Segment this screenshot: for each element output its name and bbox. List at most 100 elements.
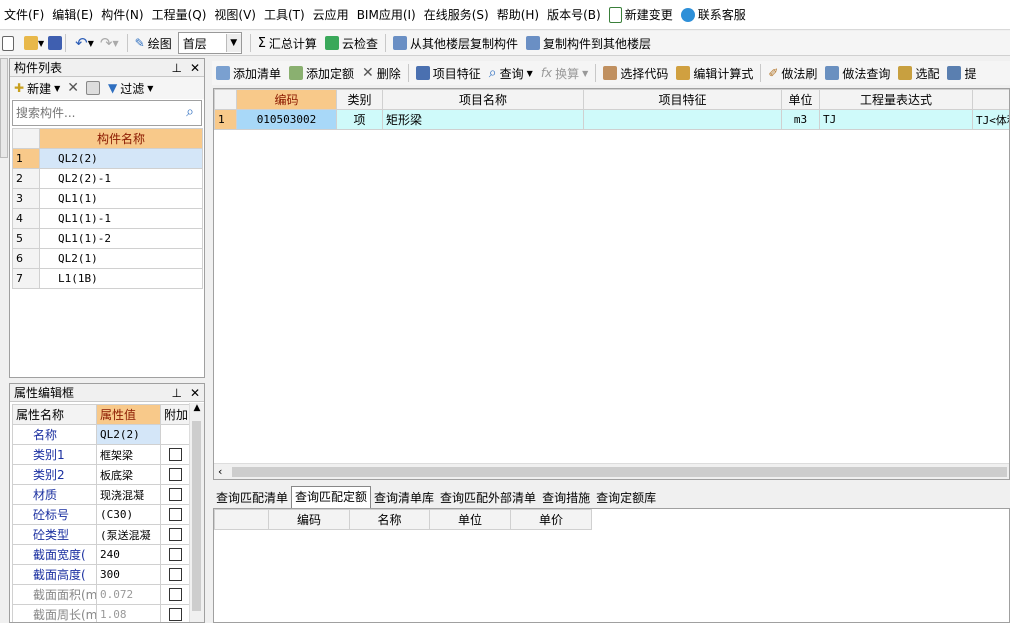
property-row[interactable]: 材质 现浇混凝 bbox=[12, 484, 191, 505]
menu-help[interactable]: 帮助(H) bbox=[493, 0, 543, 29]
select-code-button[interactable]: 选择代码 bbox=[599, 62, 672, 84]
query-button[interactable]: ⌕ 查询 ▼ bbox=[485, 62, 537, 84]
floor-select[interactable]: 首层 ▼ bbox=[177, 32, 242, 54]
property-extra[interactable] bbox=[160, 544, 191, 565]
copy-from-floor-button[interactable]: 从其他楼层复制构件 bbox=[389, 32, 522, 54]
list-item[interactable]: 7 L1(1B) bbox=[12, 268, 203, 289]
component-name[interactable]: QL1(1) bbox=[39, 188, 203, 209]
scroll-left-icon[interactable]: ‹ bbox=[218, 465, 222, 478]
left-dock-strip[interactable] bbox=[0, 58, 8, 158]
filter-button[interactable]: ▼ 过滤 ▼ bbox=[104, 77, 157, 99]
property-row[interactable]: 类别1 框架梁 bbox=[12, 444, 191, 465]
component-name[interactable]: QL2(2)-1 bbox=[39, 168, 203, 189]
bottom-tab[interactable]: 查询匹配外部清单 bbox=[437, 489, 539, 508]
extra-checkbox[interactable] bbox=[169, 448, 182, 462]
bottom-tab[interactable]: 查询清单库 bbox=[371, 489, 437, 508]
property-value[interactable]: 板底梁 bbox=[96, 464, 161, 485]
property-value[interactable]: (泵送混凝 bbox=[96, 524, 161, 545]
property-value[interactable]: 1.08 bbox=[96, 604, 161, 622]
draw-button[interactable]: ✎ 绘图 bbox=[131, 32, 176, 54]
list-item[interactable]: 5 QL1(1)-2 bbox=[12, 228, 203, 249]
contact-support-menu[interactable]: 联系客服 bbox=[677, 0, 750, 29]
extra-checkbox[interactable] bbox=[169, 488, 182, 502]
new-file-icon[interactable] bbox=[2, 35, 14, 51]
property-extra[interactable] bbox=[160, 584, 191, 605]
property-row[interactable]: 类别2 板底梁 bbox=[12, 464, 191, 485]
code-cell[interactable]: 010503002 bbox=[236, 109, 337, 130]
property-extra[interactable] bbox=[160, 524, 191, 545]
scroll-thumb[interactable] bbox=[232, 467, 1007, 477]
component-name[interactable]: L1(1B) bbox=[39, 268, 203, 289]
type-cell[interactable]: 项 bbox=[336, 109, 383, 130]
open-dropdown-icon[interactable]: ▼ bbox=[38, 39, 44, 48]
property-value[interactable]: 240 bbox=[96, 544, 161, 565]
undo-dropdown-icon[interactable]: ▼ bbox=[88, 39, 94, 48]
property-row[interactable]: 截面面积(m 0.072 bbox=[12, 584, 191, 605]
property-row[interactable]: 名称 QL2(2) bbox=[12, 424, 191, 445]
scroll-up-icon[interactable]: ▲ bbox=[190, 403, 204, 413]
extra-checkbox[interactable] bbox=[169, 508, 182, 522]
list-item[interactable]: 6 QL2(1) bbox=[12, 248, 203, 269]
project-feature-button[interactable]: 项目特征 bbox=[412, 62, 485, 84]
component-name[interactable]: QL2(2) bbox=[39, 148, 203, 169]
list-item[interactable]: 2 QL2(2)-1 bbox=[12, 168, 203, 189]
unit-cell[interactable]: m3 bbox=[781, 109, 820, 130]
overflow-cell[interactable]: TJ<体积 bbox=[972, 109, 1009, 130]
redo-icon[interactable]: ↷ bbox=[100, 34, 113, 52]
menu-online[interactable]: 在线服务(S) bbox=[420, 0, 493, 29]
menu-file[interactable]: 文件(F) bbox=[0, 0, 48, 29]
expression-cell[interactable]: TJ bbox=[819, 109, 973, 130]
feature-cell[interactable] bbox=[583, 109, 782, 130]
close-icon[interactable]: ✕ bbox=[190, 61, 200, 75]
list-item[interactable]: 4 QL1(1)-1 bbox=[12, 208, 203, 229]
property-value[interactable]: 框架梁 bbox=[96, 444, 161, 465]
method-brush-button[interactable]: ✐ 做法刷 bbox=[764, 62, 821, 84]
extra-checkbox[interactable] bbox=[169, 468, 182, 482]
bottom-tab[interactable]: 查询匹配清单 bbox=[213, 489, 291, 508]
extra-checkbox[interactable] bbox=[169, 588, 182, 602]
property-extra[interactable] bbox=[160, 504, 191, 525]
menu-version[interactable]: 版本号(B) bbox=[543, 0, 605, 29]
copy-to-floor-button[interactable]: 复制构件到其他楼层 bbox=[522, 32, 655, 54]
property-extra[interactable] bbox=[160, 464, 191, 485]
menu-bim[interactable]: BIM应用(I) bbox=[353, 0, 420, 29]
search-input[interactable] bbox=[13, 101, 179, 125]
menu-view[interactable]: 视图(V) bbox=[210, 0, 260, 29]
component-name[interactable]: QL1(1)-1 bbox=[39, 208, 203, 229]
redo-dropdown-icon[interactable]: ▼ bbox=[112, 39, 118, 48]
extra-checkbox[interactable] bbox=[169, 548, 182, 562]
add-quota-button[interactable]: 添加定额 bbox=[285, 62, 358, 84]
bottom-tab[interactable]: 查询措施 bbox=[539, 489, 593, 508]
menu-cloud[interactable]: 云应用 bbox=[309, 0, 353, 29]
property-extra[interactable] bbox=[160, 444, 191, 465]
delete-button[interactable]: ✕ 删除 bbox=[358, 62, 405, 84]
save-icon[interactable] bbox=[48, 36, 63, 50]
method-query-button[interactable]: 做法查询 bbox=[821, 62, 894, 84]
property-value[interactable]: 现浇混凝 bbox=[96, 484, 161, 505]
match-button[interactable]: 选配 bbox=[894, 62, 943, 84]
sum-calc-button[interactable]: Σ 汇总计算 bbox=[254, 32, 321, 54]
extra-checkbox[interactable] bbox=[169, 568, 182, 582]
new-component-button[interactable]: ✚ 新建 ▼ bbox=[10, 77, 64, 99]
property-scrollbar[interactable]: ▲ bbox=[189, 403, 204, 622]
list-item[interactable]: 1 QL2(2) bbox=[12, 148, 203, 169]
component-name[interactable]: QL1(1)-2 bbox=[39, 228, 203, 249]
extra-checkbox[interactable] bbox=[169, 608, 182, 622]
delete-icon[interactable]: ✕ bbox=[64, 80, 82, 96]
component-name[interactable]: QL2(1) bbox=[39, 248, 203, 269]
property-extra[interactable] bbox=[160, 604, 191, 622]
open-folder-icon[interactable] bbox=[24, 36, 38, 50]
property-value[interactable]: 0.072 bbox=[96, 584, 161, 605]
property-value[interactable]: QL2(2) bbox=[96, 424, 161, 445]
edit-formula-button[interactable]: 编辑计算式 bbox=[672, 62, 757, 84]
property-extra[interactable] bbox=[160, 564, 191, 585]
property-value[interactable]: 300 bbox=[96, 564, 161, 585]
name-cell[interactable]: 矩形梁 bbox=[382, 109, 584, 130]
new-change-menu[interactable]: 新建变更 bbox=[605, 0, 677, 29]
add-bill-button[interactable]: 添加清单 bbox=[212, 62, 285, 84]
bottom-tab[interactable]: 查询匹配定额 bbox=[291, 486, 372, 508]
menu-edit[interactable]: 编辑(E) bbox=[48, 0, 97, 29]
cloud-check-button[interactable]: 云检查 bbox=[321, 32, 382, 54]
table-row[interactable]: 1 010503002 项 矩形梁 m3 TJ TJ<体积 bbox=[214, 109, 1009, 130]
copy-icon[interactable] bbox=[85, 81, 100, 95]
